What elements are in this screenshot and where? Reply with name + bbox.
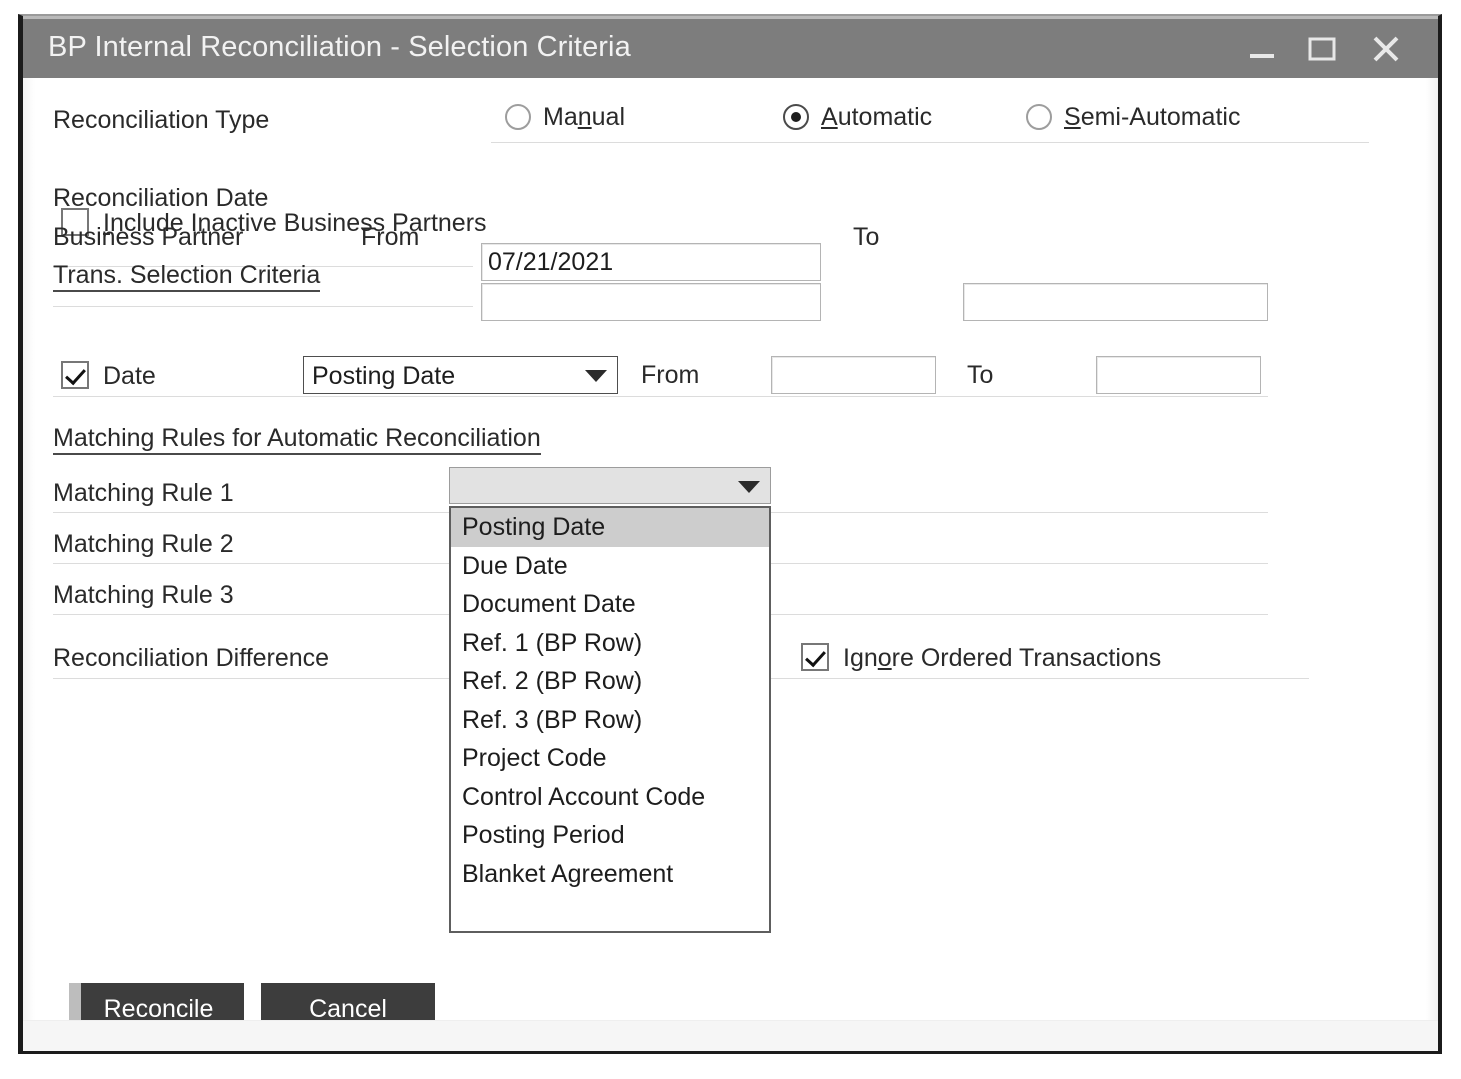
rule-bp xyxy=(53,306,473,307)
matching-rule-3-label: Matching Rule 3 xyxy=(53,583,234,608)
dropdown-option[interactable]: Blanket Agreement xyxy=(451,855,769,894)
trans-selection-criteria-title: Trans. Selection Criteria xyxy=(53,263,320,292)
date-type-combo[interactable]: Posting Date xyxy=(303,356,618,394)
dropdown-option[interactable]: Control Account Code xyxy=(451,778,769,817)
close-button[interactable] xyxy=(1360,19,1412,79)
status-bar xyxy=(23,1020,1438,1051)
radio-automatic-label: Automatic xyxy=(821,104,932,130)
dropdown-option[interactable]: Ref. 3 (BP Row) xyxy=(451,701,769,740)
date-from-label: From xyxy=(641,363,699,388)
dropdown-option[interactable]: Posting Date xyxy=(451,508,769,547)
business-partner-to-input[interactable] xyxy=(963,283,1268,321)
business-partner-to-label: To xyxy=(853,225,879,250)
business-partner-from-label: From xyxy=(361,225,419,250)
dropdown-option[interactable]: Document Date xyxy=(451,585,769,624)
maximize-button[interactable] xyxy=(1296,19,1348,79)
reconciliation-difference-label: Reconciliation Difference xyxy=(53,646,329,671)
dialog-window: BP Internal Reconciliation - Selection C… xyxy=(18,14,1442,1054)
reconciliation-date-label: Reconciliation Date xyxy=(53,186,268,211)
ignore-ordered-box xyxy=(801,643,829,671)
dialog-body: Reconciliation Type Manual Automatic Sem… xyxy=(23,78,1438,1051)
ignore-ordered-label: Ignore Ordered Transactions xyxy=(843,644,1161,672)
date-checkbox-label: Date xyxy=(103,362,156,390)
matching-rule-1-label: Matching Rule 1 xyxy=(53,481,234,506)
matching-rule-2-label: Matching Rule 2 xyxy=(53,532,234,557)
date-from-input[interactable] xyxy=(771,356,936,394)
radio-semi-automatic-label: Semi-Automatic xyxy=(1064,104,1240,130)
radio-automatic-indicator xyxy=(783,104,809,130)
chevron-down-icon xyxy=(738,481,760,493)
dropdown-option[interactable]: Ref. 2 (BP Row) xyxy=(451,662,769,701)
matching-rule-1-combo[interactable] xyxy=(449,467,771,504)
chevron-down-icon xyxy=(585,370,607,382)
date-type-combo-value: Posting Date xyxy=(312,357,455,395)
radio-manual-label: Manual xyxy=(543,104,625,130)
dropdown-option[interactable]: Posting Period xyxy=(451,816,769,855)
left-gutter xyxy=(23,78,35,1051)
rule-type-row xyxy=(491,142,1369,143)
matching-rule-1-dropdown-list[interactable]: Posting DateDue DateDocument DateRef. 1 … xyxy=(449,506,771,933)
minimize-button[interactable] xyxy=(1236,19,1288,79)
business-partner-label: Business Partner xyxy=(53,225,243,250)
business-partner-from-input[interactable] xyxy=(481,283,821,321)
dropdown-option[interactable]: Due Date xyxy=(451,547,769,586)
rule-date-row xyxy=(53,396,1268,397)
reconciliation-type-label: Reconciliation Type xyxy=(53,108,269,133)
title-bar: BP Internal Reconciliation - Selection C… xyxy=(23,16,1438,78)
date-checkbox-box xyxy=(61,361,89,389)
matching-rules-title: Matching Rules for Automatic Reconciliat… xyxy=(53,426,541,455)
reconciliation-date-input[interactable] xyxy=(481,243,821,281)
date-to-input[interactable] xyxy=(1096,356,1261,394)
radio-semi-automatic-indicator xyxy=(1026,104,1052,130)
dropdown-option[interactable]: Project Code xyxy=(451,739,769,778)
right-gutter xyxy=(1426,78,1438,1051)
dropdown-option[interactable]: Ref. 1 (BP Row) xyxy=(451,624,769,663)
radio-manual-indicator xyxy=(505,104,531,130)
window-title: BP Internal Reconciliation - Selection C… xyxy=(48,31,631,64)
date-to-label: To xyxy=(967,363,993,388)
